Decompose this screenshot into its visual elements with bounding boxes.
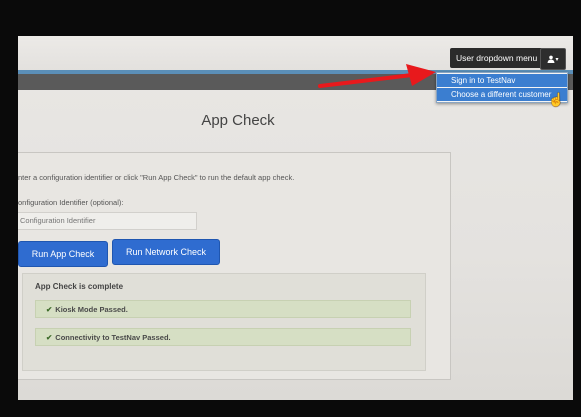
photo-frame-top	[0, 0, 581, 36]
app-check-panel: nter a configuration identifier or click…	[18, 152, 451, 380]
instructions-text: nter a configuration identifier or click…	[18, 173, 295, 182]
user-dropdown-label: User dropdown menu	[450, 48, 544, 68]
configuration-identifier-input[interactable]	[18, 212, 197, 230]
check-icon: ✔	[46, 333, 53, 342]
user-dropdown-button[interactable]: ▾	[540, 48, 566, 70]
results-title: App Check is complete	[35, 282, 124, 291]
identifier-label: onfiguration Identifier (optional):	[18, 198, 124, 207]
result-kiosk-mode: ✔ Kiosk Mode Passed.	[35, 300, 411, 318]
result-text: Connectivity to TestNav Passed.	[55, 333, 171, 342]
app-screen: User dropdown menu ▾ Sign in to TestNav …	[18, 36, 573, 400]
result-connectivity: ✔ Connectivity to TestNav Passed.	[35, 328, 411, 346]
hand-pointer-icon: ☝	[548, 92, 565, 107]
red-arrow-annotation	[318, 64, 436, 88]
result-text: Kiosk Mode Passed.	[55, 305, 128, 314]
run-network-check-button[interactable]: Run Network Check	[112, 239, 220, 265]
run-app-check-button[interactable]: Run App Check	[18, 241, 108, 267]
photo-frame-right	[573, 0, 581, 417]
check-icon: ✔	[46, 305, 53, 314]
page-title: App Check	[201, 112, 275, 129]
photo-frame-bottom	[0, 400, 581, 417]
photo-frame-left	[0, 0, 18, 417]
results-panel: App Check is complete ✔ Kiosk Mode Passed…	[22, 273, 426, 371]
menu-item-sign-in[interactable]: Sign in to TestNav	[437, 74, 567, 87]
caret-down-icon: ▾	[555, 57, 559, 63]
